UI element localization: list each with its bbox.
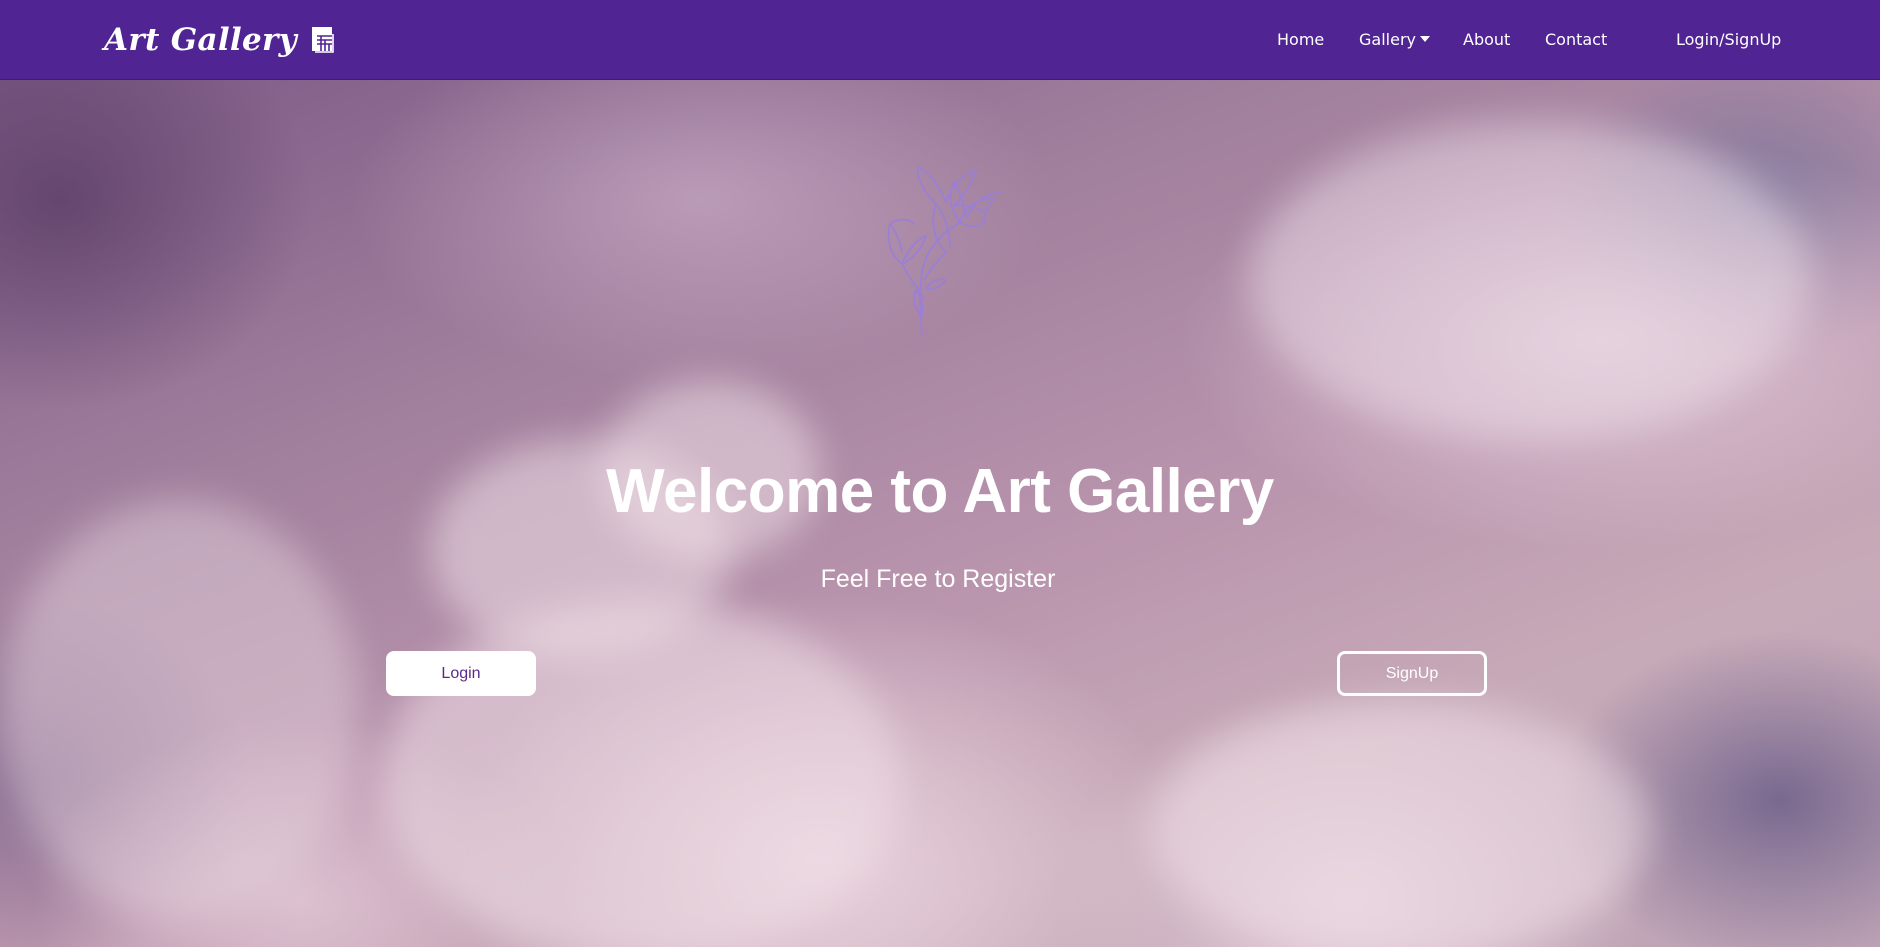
gallery-logo-icon [311, 26, 335, 54]
cloud-shape [1250, 120, 1810, 440]
signup-button[interactable]: SignUp [1337, 651, 1487, 696]
brand-link[interactable]: Art Gallery [104, 18, 335, 62]
cloud-shape [1150, 700, 1650, 947]
nav-contact[interactable]: Contact [1545, 30, 1607, 50]
login-button[interactable]: Login [386, 651, 536, 696]
hero-title: Welcome to Art Gallery [606, 457, 1274, 526]
nav-about[interactable]: About [1463, 30, 1510, 50]
nav-login-signup[interactable]: Login/SignUp [1676, 30, 1781, 50]
nav-home[interactable]: Home [1277, 30, 1324, 50]
art-gallery-page: Art Gallery Home Gallery About Contact L… [0, 0, 1880, 947]
brand-name: Art Gallery [104, 22, 297, 58]
navbar: Art Gallery Home Gallery About Contact L… [0, 0, 1880, 80]
hero-subtitle: Feel Free to Register [820, 565, 1056, 593]
flower-outline-icon [887, 165, 1001, 337]
nav-gallery[interactable]: Gallery [1359, 30, 1430, 50]
caret-down-icon [1419, 36, 1430, 42]
nav-gallery-label: Gallery [1359, 30, 1416, 49]
hero-section: Welcome to Art Gallery Feel Free to Regi… [0, 80, 1880, 947]
